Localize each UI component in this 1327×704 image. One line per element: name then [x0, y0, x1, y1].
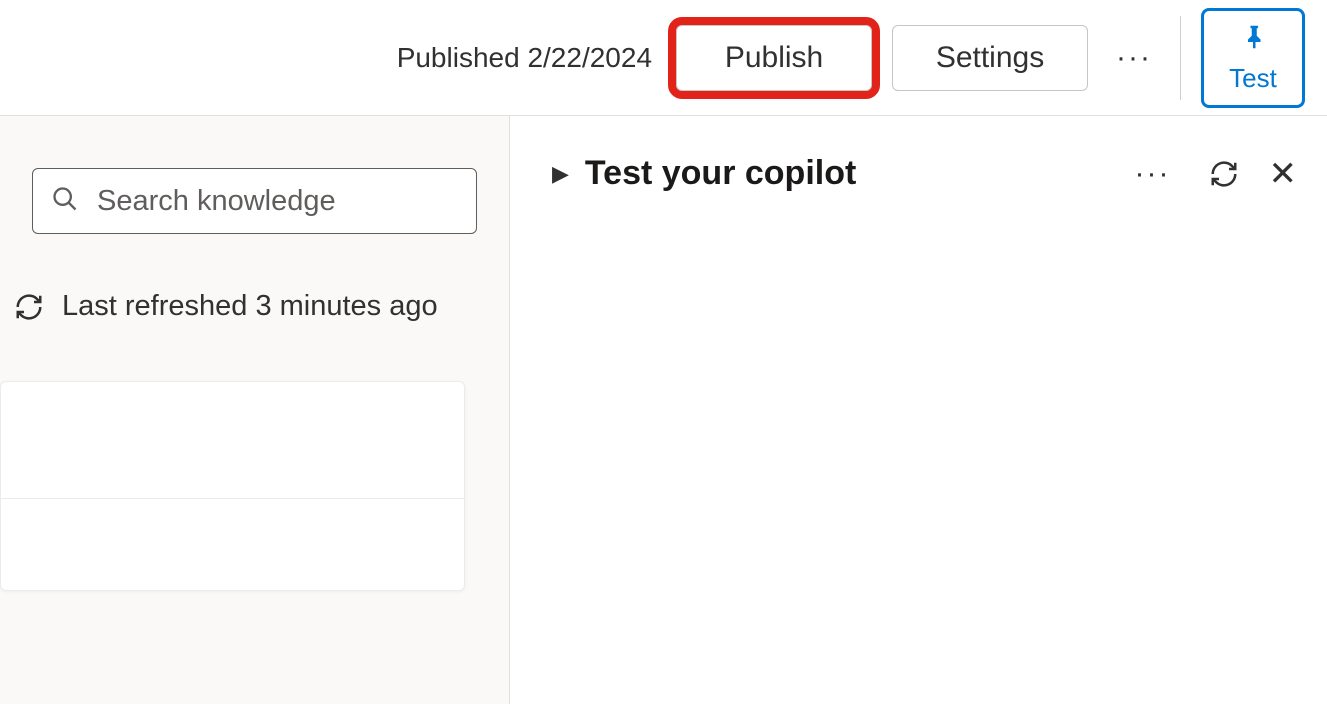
published-status: Published 2/22/2024 — [397, 42, 652, 74]
settings-button-label: Settings — [936, 41, 1044, 75]
pin-icon — [1238, 22, 1268, 57]
more-options-button[interactable]: ··· — [1108, 41, 1160, 75]
search-box[interactable] — [32, 168, 477, 234]
left-panel: Last refreshed 3 minutes ago — [0, 116, 510, 704]
publish-button-label: Publish — [725, 41, 823, 75]
right-panel-header: ▶ Test your copilot ··· ✕ — [552, 154, 1297, 193]
knowledge-card[interactable] — [0, 381, 465, 591]
toolbar-divider — [1180, 16, 1181, 100]
panel-refresh-button[interactable] — [1209, 159, 1239, 189]
refresh-status: Last refreshed 3 minutes ago — [14, 290, 509, 323]
card-divider — [1, 498, 464, 499]
publish-button[interactable]: Publish — [676, 25, 872, 91]
right-panel: ▶ Test your copilot ··· ✕ — [510, 116, 1327, 704]
refresh-text: Last refreshed 3 minutes ago — [62, 290, 438, 323]
settings-button[interactable]: Settings — [892, 25, 1088, 91]
right-panel-actions: ··· ✕ — [1127, 157, 1297, 191]
test-button[interactable]: Test — [1201, 8, 1305, 108]
right-panel-title: Test your copilot — [585, 154, 1127, 193]
panel-more-button[interactable]: ··· — [1127, 157, 1179, 191]
search-input[interactable] — [95, 184, 458, 219]
refresh-icon[interactable] — [14, 292, 44, 322]
top-toolbar: Published 2/22/2024 Publish Settings ···… — [0, 0, 1327, 115]
expand-caret-icon[interactable]: ▶ — [552, 161, 569, 187]
body-area: Last refreshed 3 minutes ago ▶ Test your… — [0, 115, 1327, 704]
panel-close-button[interactable]: ✕ — [1269, 157, 1298, 191]
search-icon — [51, 185, 79, 218]
test-button-label: Test — [1229, 63, 1277, 94]
